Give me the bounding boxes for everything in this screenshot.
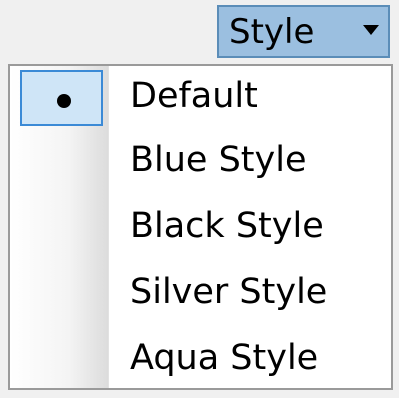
menu-item-blue-style[interactable]: Blue Style [10, 130, 391, 194]
window-background [0, 390, 399, 398]
chevron-down-icon [363, 25, 379, 35]
menu-item-aqua-style[interactable]: Aqua Style [10, 328, 391, 388]
radio-dot-icon [57, 94, 71, 108]
selected-item-highlight [20, 70, 103, 126]
menu-item-label: Black Style [130, 206, 324, 246]
menu-item-label: Aqua Style [130, 338, 319, 378]
menu-item-label: Default [130, 76, 258, 116]
menu-item-silver-style[interactable]: Silver Style [10, 262, 391, 326]
style-menu: Default Blue Style Black Style Silver St… [8, 64, 393, 390]
style-dropdown-button[interactable]: Style [217, 5, 390, 58]
menu-item-label: Blue Style [130, 140, 307, 180]
style-dropdown-label: Style [229, 11, 315, 52]
menu-item-black-style[interactable]: Black Style [10, 196, 391, 260]
menu-item-default[interactable]: Default [10, 66, 391, 130]
menu-item-label: Silver Style [130, 272, 328, 312]
